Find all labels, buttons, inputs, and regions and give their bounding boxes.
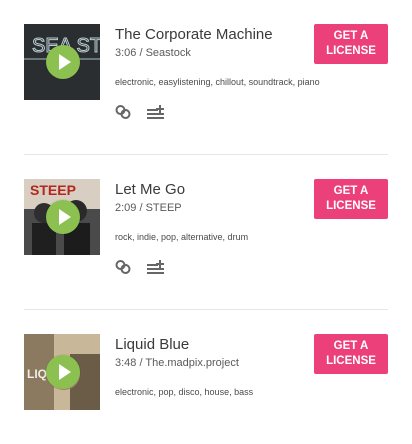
track-tags: electronic, easylistening, chillout, sou… — [115, 77, 320, 87]
divider — [24, 154, 388, 155]
link-icon[interactable] — [115, 259, 131, 280]
track-item: SEA STOCK The Corporate Machine 3:06 / S… — [0, 24, 412, 134]
track-item: STEEP Let Me Go 2:09 / STEEP rock, indie… — [0, 179, 412, 289]
get-license-button[interactable]: GET A LICENSE — [314, 24, 388, 64]
album-cover: STEEP — [24, 179, 100, 255]
add-to-playlist-icon[interactable] — [147, 259, 165, 280]
cover-text: LIQ — [27, 367, 47, 381]
license-label-line2: LICENSE — [326, 45, 376, 57]
link-icon[interactable] — [115, 104, 131, 125]
cover-text: STEEP — [30, 182, 76, 198]
license-label-line1: GET A — [333, 30, 369, 42]
get-license-button[interactable]: GET A LICENSE — [314, 179, 388, 219]
track-meta: 3:06 / Seastock — [115, 47, 191, 59]
license-label-line1: GET A — [333, 340, 369, 352]
track-tags: electronic, pop, disco, house, bass — [115, 387, 254, 397]
play-button[interactable] — [46, 355, 80, 389]
play-button[interactable] — [46, 45, 80, 79]
track-meta: 3:48 / The.madpix.project — [115, 357, 239, 369]
track-title[interactable]: Liquid Blue — [115, 336, 189, 353]
license-label-line1: GET A — [333, 185, 369, 197]
add-to-playlist-icon[interactable] — [147, 104, 165, 125]
license-label-line2: LICENSE — [326, 355, 376, 367]
track-title[interactable]: The Corporate Machine — [115, 26, 273, 43]
license-label-line2: LICENSE — [326, 200, 376, 212]
get-license-button[interactable]: GET A LICENSE — [314, 334, 388, 374]
album-cover: SEA STOCK — [24, 24, 100, 100]
track-tags: rock, indie, pop, alternative, drum — [115, 232, 249, 242]
track-item: LIQ Liquid Blue 3:48 / The.madpix.projec… — [0, 334, 412, 444]
track-meta: 2:09 / STEEP — [115, 202, 182, 214]
play-button[interactable] — [46, 200, 80, 234]
track-title[interactable]: Let Me Go — [115, 181, 185, 198]
divider — [24, 309, 388, 310]
album-cover: LIQ — [24, 334, 100, 410]
